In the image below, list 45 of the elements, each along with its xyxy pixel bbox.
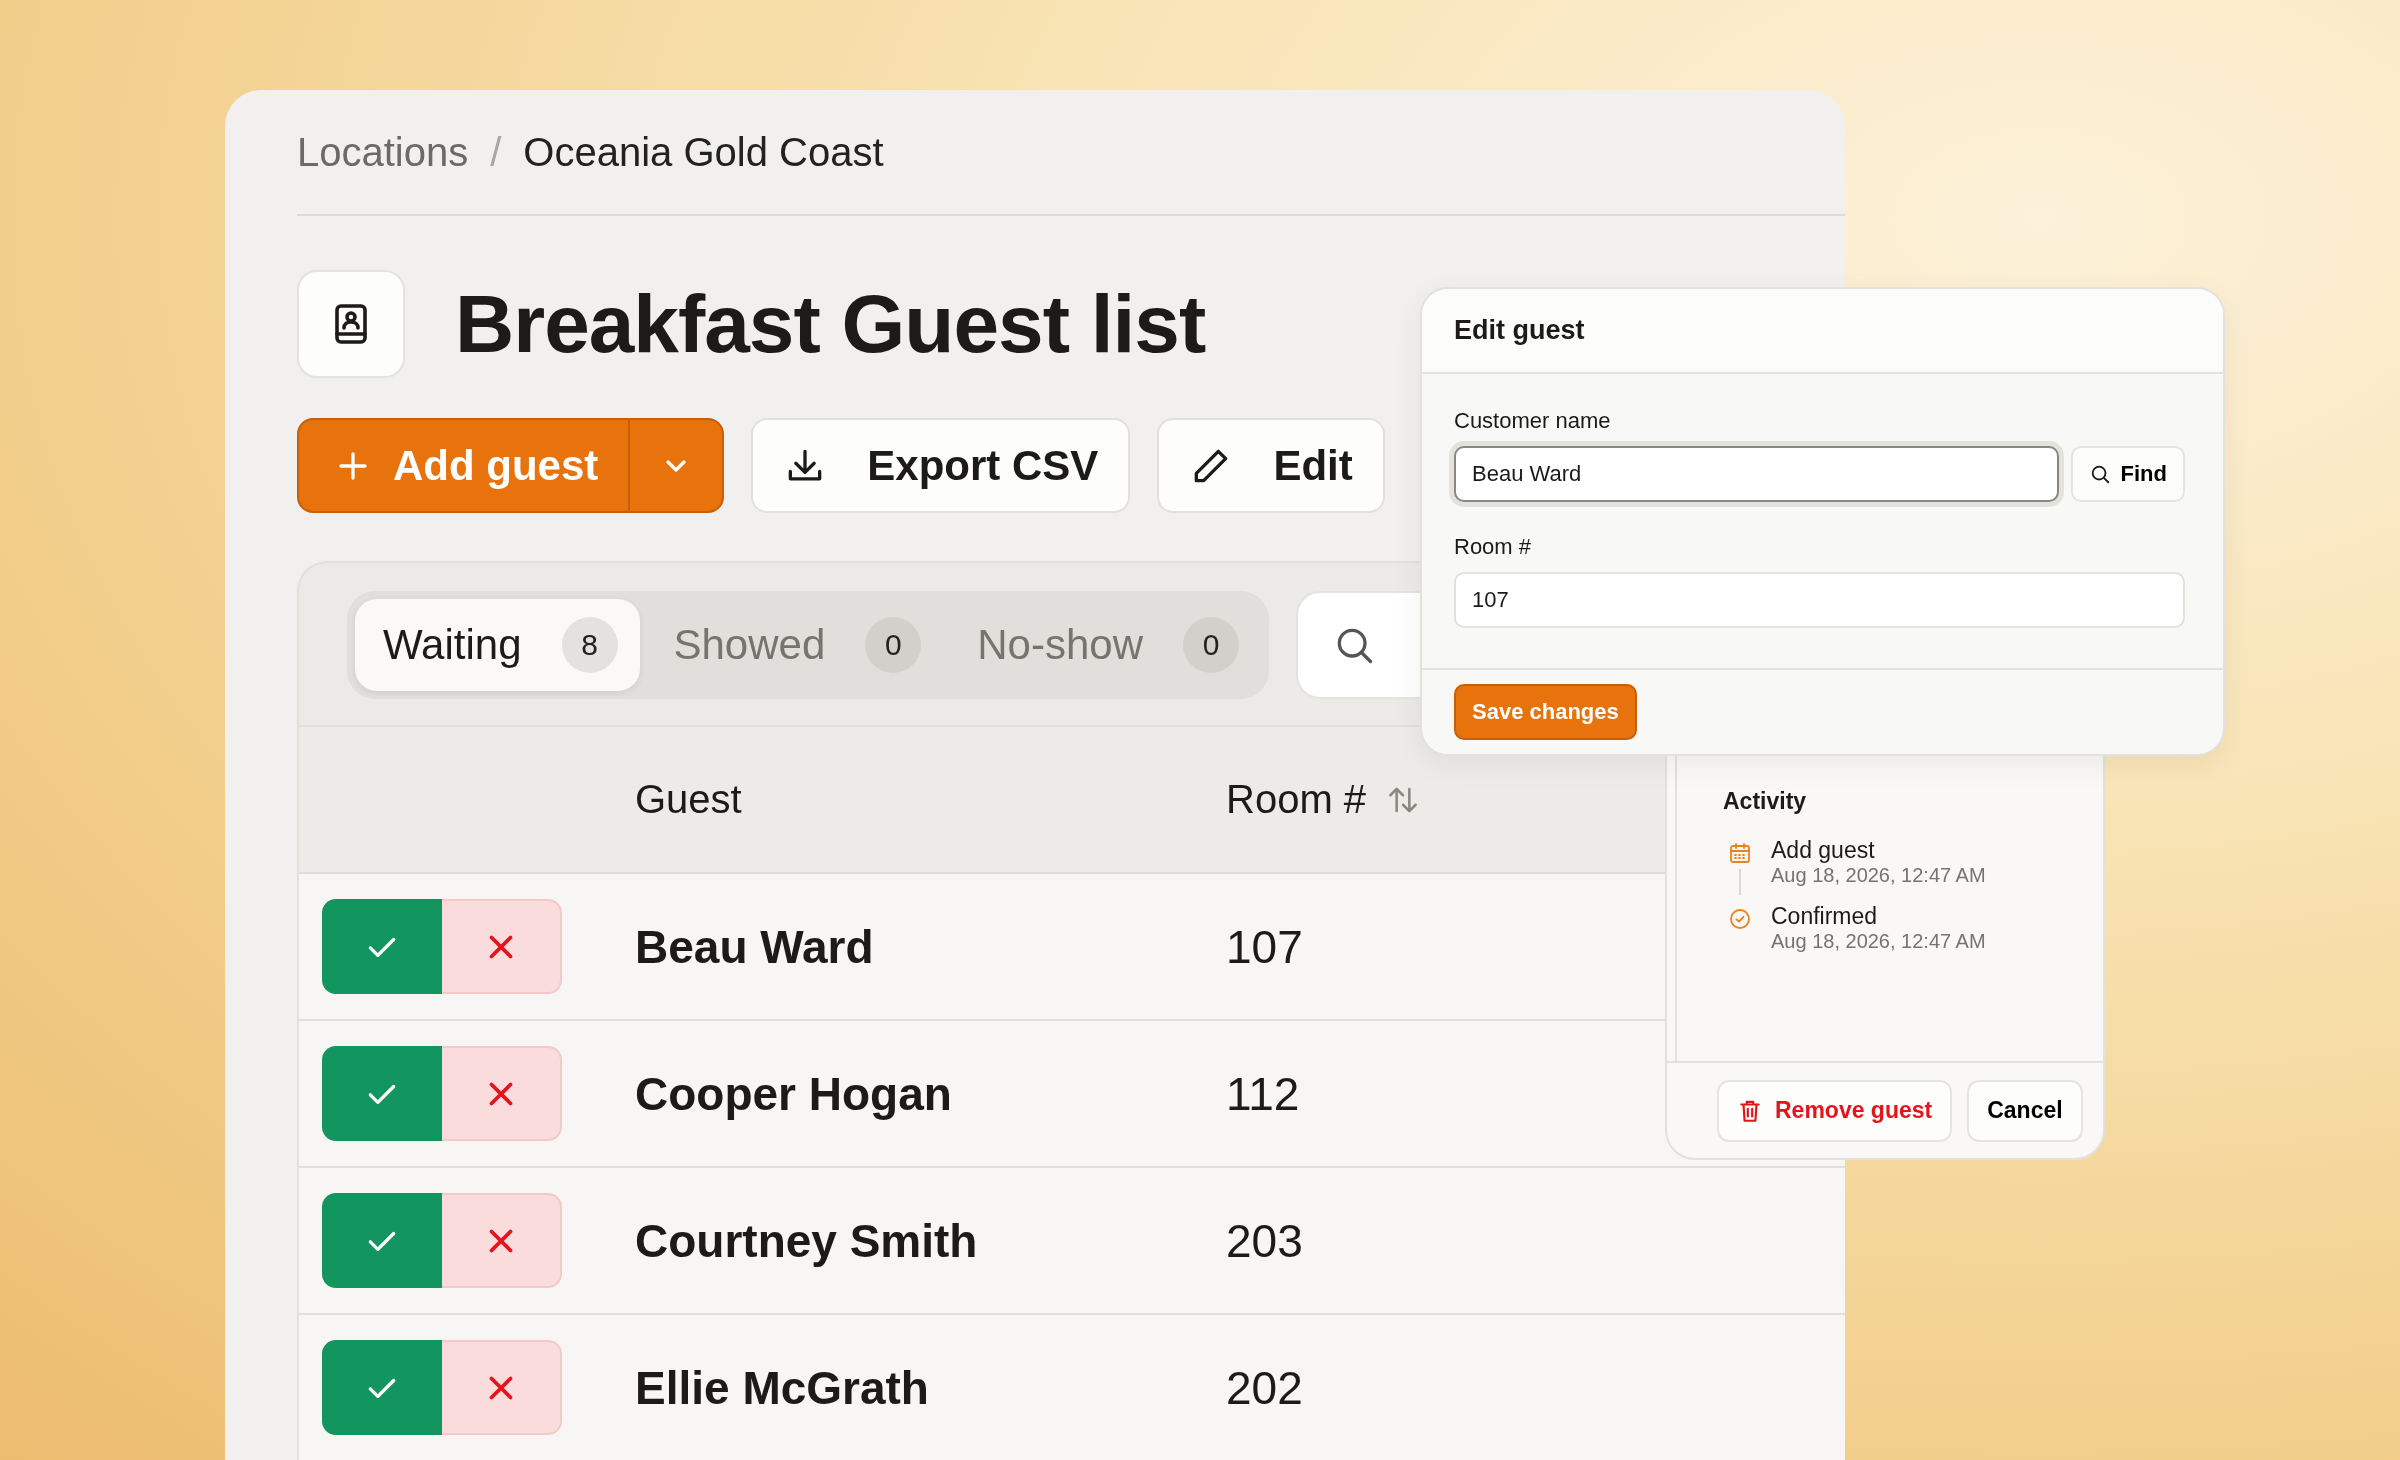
dialog-title: Edit guest [1454,315,1585,346]
confirm-button[interactable] [322,1340,442,1435]
activity-time: Aug 18, 2026, 12:47 AM [1771,930,1987,953]
breadcrumb-item[interactable]: Locations [297,129,469,175]
confirm-button[interactable] [322,899,442,994]
room-number: 112 [1226,1066,1300,1121]
count-badge: 8 [561,617,618,673]
breadcrumb-separator: / [490,129,502,175]
room-number: 202 [1226,1360,1303,1415]
guest-name: Cooper Hogan [635,1066,952,1121]
remove-guest-button[interactable]: Remove guest [1717,1079,1953,1142]
confirm-button[interactable] [322,1046,442,1141]
activity-heading: Activity [1723,788,1808,815]
status-tab[interactable]: Showed 0 [645,599,944,691]
find-button[interactable]: Find [2070,446,2185,502]
field-label: Customer name [1454,408,1612,434]
confirm-button[interactable] [322,1193,442,1288]
column-header: Guest [635,777,742,822]
status-tab[interactable]: Waiting 8 [355,599,640,691]
no-show-button[interactable] [442,1046,562,1141]
column-header[interactable]: Room # [1226,777,1367,822]
guest-name: Courtney Smith [635,1213,978,1268]
activity-time: Aug 18, 2026, 12:47 AM [1771,864,1987,887]
field-label: Room # [1454,534,1533,560]
no-show-button[interactable] [442,1340,562,1435]
export-csv-button[interactable]: Export CSV [751,418,1131,513]
room-number: 107 [1226,919,1303,974]
input-field[interactable]: 107 [1454,572,2185,628]
count-badge: 0 [1183,617,1239,673]
activity-label: Add guest [1771,837,1876,864]
check-circle-icon [1728,907,1752,931]
activity-label: Confirmed [1771,903,1879,930]
no-show-button[interactable] [442,899,562,994]
edit-button[interactable]: Edit [1157,418,1385,513]
status-tab[interactable]: No-show 0 [949,599,1261,691]
cancel-button[interactable]: Cancel [1967,1079,2083,1142]
calendar-icon [1728,841,1752,865]
page-title: Breakfast Guest list [455,277,1206,371]
guest-name: Beau Ward [635,919,874,974]
no-show-button[interactable] [442,1193,562,1288]
breadcrumb-item: Oceania Gold Coast [523,129,884,175]
room-number: 203 [1226,1213,1303,1268]
input-field[interactable]: Beau Ward [1454,446,2059,502]
guest-name: Ellie McGrath [635,1360,929,1415]
count-badge: 0 [865,617,922,673]
